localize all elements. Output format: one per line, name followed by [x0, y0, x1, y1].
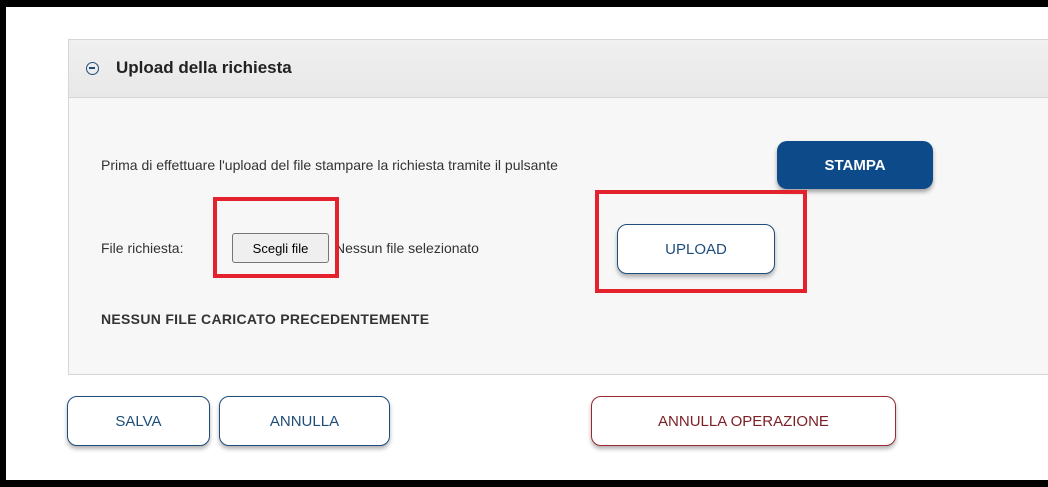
panel-header[interactable]: Upload della richiesta: [69, 40, 1048, 98]
upload-status-text: NESSUN FILE CARICATO PRECEDENTEMENTE: [101, 311, 430, 327]
file-field-label: File richiesta:: [101, 240, 184, 256]
panel-title: Upload della richiesta: [116, 58, 292, 77]
print-instruction-text: Prima di effettuare l'upload del file st…: [101, 157, 558, 173]
upload-button[interactable]: UPLOAD: [617, 224, 775, 274]
cancel-operation-button[interactable]: ANNULLA OPERAZIONE: [591, 396, 896, 446]
save-button[interactable]: SALVA: [67, 396, 210, 446]
window-frame: Upload della richiesta Prima di effettua…: [0, 0, 1048, 487]
print-button[interactable]: STAMPA: [777, 141, 933, 189]
choose-file-button[interactable]: Scegli file: [232, 233, 329, 263]
no-file-selected-text: Nessun file selezionato: [335, 240, 479, 256]
upload-panel: Upload della richiesta Prima di effettua…: [68, 39, 1048, 375]
minus-circle-icon[interactable]: [86, 62, 99, 75]
cancel-button[interactable]: ANNULLA: [219, 396, 390, 446]
